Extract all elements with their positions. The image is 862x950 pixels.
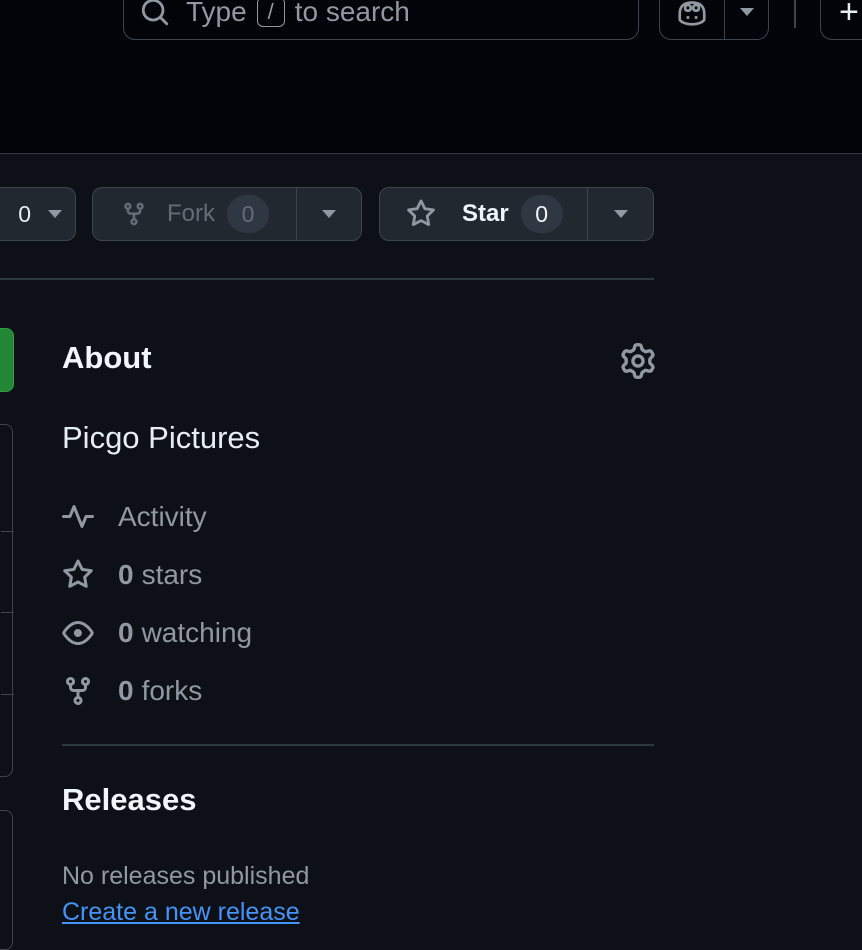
forks-link[interactable]: 0 forks <box>62 671 202 711</box>
fork-label: Fork <box>167 200 215 227</box>
watch-count: 0 <box>18 200 31 227</box>
repo-description: Picgo Pictures <box>62 420 261 455</box>
stars-link[interactable]: 0 stars <box>62 555 202 595</box>
search-placeholder-end: to search <box>294 0 410 27</box>
repo-forked-icon <box>62 675 94 707</box>
plus-icon: + <box>839 0 859 31</box>
create-release-link[interactable]: Create a new release <box>62 898 300 927</box>
star-count: 0 <box>520 195 563 233</box>
fork-button-group[interactable]: Fork 0 <box>92 187 362 241</box>
readme-box <box>0 810 13 950</box>
row-divider <box>1 694 14 695</box>
sidebar-divider <box>62 744 654 746</box>
copilot-dropdown[interactable] <box>725 0 768 39</box>
star-icon <box>407 199 435 227</box>
fork-button[interactable]: Fork 0 <box>93 188 296 240</box>
activity-link[interactable]: Activity <box>62 497 207 537</box>
star-button[interactable]: Star 0 <box>380 188 587 240</box>
triangle-down-icon <box>48 210 62 218</box>
gear-icon[interactable] <box>620 343 656 379</box>
fork-count: 0 <box>227 195 269 233</box>
repo-forked-icon <box>124 202 144 226</box>
section-divider <box>0 278 654 280</box>
code-button[interactable] <box>0 328 14 392</box>
search-input[interactable]: Type / to search <box>123 0 639 40</box>
star-icon <box>62 559 94 591</box>
watching-link[interactable]: 0 watching <box>62 613 252 653</box>
triangle-down-icon <box>322 210 336 218</box>
header-divider <box>794 0 796 28</box>
global-header: Type / to search + <box>0 0 862 154</box>
about-heading: About <box>62 340 152 375</box>
copilot-button-group[interactable] <box>659 0 769 40</box>
watching-count: 0 <box>118 617 134 648</box>
pulse-icon <box>62 501 94 533</box>
copilot-icon <box>678 1 706 26</box>
releases-heading[interactable]: Releases <box>62 782 196 818</box>
watch-dropdown[interactable] <box>35 188 75 240</box>
watching-label: watching <box>141 617 253 648</box>
search-icon <box>141 0 169 26</box>
star-label: Star <box>462 200 509 227</box>
copilot-button[interactable] <box>660 0 725 39</box>
star-button-group[interactable]: Star 0 <box>379 187 654 241</box>
fork-dropdown[interactable] <box>296 188 361 240</box>
row-divider <box>1 612 14 613</box>
watch-button[interactable]: 0 <box>0 188 35 240</box>
forks-label: forks <box>141 675 203 706</box>
star-dropdown[interactable] <box>587 188 653 240</box>
triangle-down-icon <box>739 8 754 16</box>
forks-count: 0 <box>118 675 134 706</box>
stars-label: stars <box>141 559 203 590</box>
search-shortcut-key: / <box>256 0 285 27</box>
activity-label: Activity <box>118 501 207 532</box>
stars-count: 0 <box>118 559 134 590</box>
file-list-box <box>0 424 14 777</box>
no-releases-text: No releases published <box>62 862 310 890</box>
create-new-button[interactable]: + <box>820 0 862 40</box>
eye-icon <box>62 617 94 649</box>
triangle-down-icon <box>613 210 628 218</box>
watch-button-group[interactable]: 0 <box>0 187 76 241</box>
row-divider <box>1 531 14 532</box>
search-placeholder-start: Type <box>186 0 247 27</box>
